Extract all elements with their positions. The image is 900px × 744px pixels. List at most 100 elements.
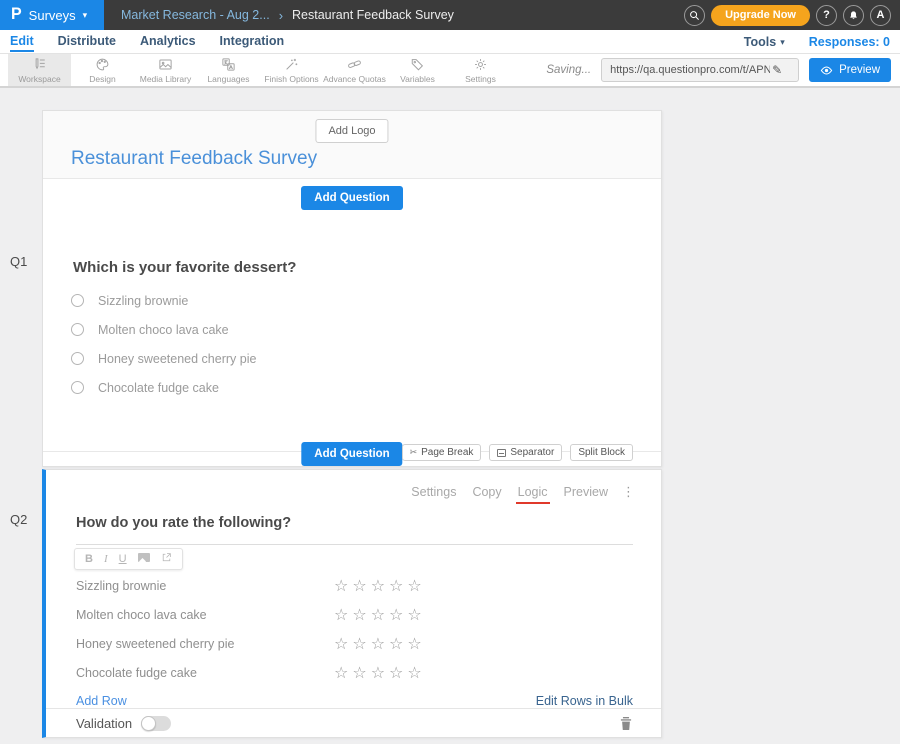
account-avatar[interactable]: A bbox=[870, 5, 891, 26]
search-button[interactable] bbox=[684, 5, 705, 26]
add-question-row-top: Add Question bbox=[43, 179, 661, 210]
ribbon-label: Finish Options bbox=[264, 74, 318, 84]
ribbon-advance-quotas[interactable]: Advance Quotas bbox=[323, 54, 386, 86]
ribbon-languages[interactable]: Languages bbox=[197, 54, 260, 86]
radio-button[interactable] bbox=[71, 352, 84, 365]
underline-button[interactable]: U bbox=[119, 554, 127, 565]
option-row: Molten choco lava cake bbox=[71, 323, 661, 336]
star-rating[interactable]: ☆☆☆☆☆ bbox=[334, 605, 426, 624]
top-bar: P Surveys ▾ Market Research - Aug 2... ›… bbox=[0, 0, 900, 30]
add-question-row-bottom: Add Question ✂Page Break Separator Split… bbox=[43, 433, 661, 466]
breadcrumb: Market Research - Aug 2... › Restaurant … bbox=[121, 8, 454, 23]
upgrade-now-button[interactable]: Upgrade Now bbox=[711, 5, 810, 26]
languages-translate-icon bbox=[221, 57, 236, 72]
star-rating[interactable]: ☆☆☆☆☆ bbox=[334, 663, 426, 682]
rating-row: Sizzling brownie ☆☆☆☆☆ bbox=[46, 571, 661, 600]
page-break-button[interactable]: ✂Page Break bbox=[402, 444, 482, 461]
breadcrumb-folder[interactable]: Market Research - Aug 2... bbox=[121, 8, 270, 22]
tab-analytics[interactable]: Analytics bbox=[140, 31, 196, 52]
workspace-icon bbox=[32, 57, 47, 72]
option-label[interactable]: Sizzling brownie bbox=[98, 294, 188, 308]
survey-canvas: Q1 Q2 Add Logo Restaurant Feedback Surve… bbox=[0, 88, 900, 742]
edit-url-pencil-icon[interactable]: ✎ bbox=[772, 63, 782, 77]
ribbon-settings[interactable]: Settings bbox=[449, 54, 512, 86]
question-2-text-field[interactable]: How do you rate the following? bbox=[76, 515, 633, 545]
add-logo-button[interactable]: Add Logo bbox=[315, 119, 388, 143]
rating-row: Chocolate fudge cake ☆☆☆☆☆ bbox=[46, 658, 661, 687]
survey-url-input[interactable] bbox=[610, 64, 770, 76]
rating-row-label[interactable]: Molten choco lava cake bbox=[76, 608, 334, 622]
star-rating[interactable]: ☆☆☆☆☆ bbox=[334, 576, 426, 595]
rating-row: Molten choco lava cake ☆☆☆☆☆ bbox=[46, 600, 661, 629]
validation-toggle[interactable] bbox=[141, 716, 171, 731]
add-question-button[interactable]: Add Question bbox=[301, 442, 402, 466]
external-link-button[interactable] bbox=[161, 552, 172, 566]
product-label: Surveys bbox=[29, 8, 76, 23]
question-1-text[interactable]: Which is your favorite dessert? bbox=[73, 259, 661, 276]
edit-rows-in-bulk-link[interactable]: Edit Rows in Bulk bbox=[536, 694, 633, 708]
radio-button[interactable] bbox=[71, 294, 84, 307]
questionpro-logo-icon: P bbox=[11, 7, 22, 24]
bell-icon bbox=[848, 10, 859, 21]
separator-icon bbox=[497, 449, 506, 457]
responses-count[interactable]: Responses: 0 bbox=[809, 35, 890, 49]
rating-row-label[interactable]: Honey sweetened cherry pie bbox=[76, 637, 334, 651]
survey-nav: Edit Distribute Analytics Integration To… bbox=[0, 30, 900, 54]
validation-label: Validation bbox=[76, 716, 132, 731]
magic-wand-icon bbox=[284, 57, 299, 72]
question-settings-link[interactable]: Settings bbox=[411, 485, 456, 499]
tools-menu[interactable]: Tools▾ bbox=[744, 35, 785, 49]
add-row-link[interactable]: Add Row bbox=[76, 694, 127, 708]
radio-button[interactable] bbox=[71, 323, 84, 336]
surveys-menu[interactable]: P Surveys ▾ bbox=[0, 0, 104, 30]
ribbon-workspace[interactable]: Workspace bbox=[8, 54, 71, 86]
ribbon-media-library[interactable]: Media Library bbox=[134, 54, 197, 86]
tab-distribute[interactable]: Distribute bbox=[58, 31, 116, 52]
question-logic-link[interactable]: Logic bbox=[518, 485, 548, 499]
option-label[interactable]: Chocolate fudge cake bbox=[98, 381, 219, 395]
radio-button[interactable] bbox=[71, 381, 84, 394]
chain-link-icon bbox=[347, 57, 362, 72]
ribbon-variables[interactable]: Variables bbox=[386, 54, 449, 86]
trash-icon bbox=[619, 716, 633, 731]
tab-integration[interactable]: Integration bbox=[220, 31, 285, 52]
tools-label: Tools bbox=[744, 35, 776, 49]
option-label[interactable]: Honey sweetened cherry pie bbox=[98, 352, 256, 366]
rating-row-label[interactable]: Sizzling brownie bbox=[76, 579, 334, 593]
separator-button[interactable]: Separator bbox=[489, 444, 562, 461]
delete-question-button[interactable] bbox=[619, 716, 633, 731]
option-label[interactable]: Molten choco lava cake bbox=[98, 323, 229, 337]
question-preview-link[interactable]: Preview bbox=[564, 485, 608, 499]
question-2-number: Q2 bbox=[10, 512, 27, 527]
preview-label: Preview bbox=[839, 64, 880, 76]
rating-rows: Sizzling brownie ☆☆☆☆☆ Molten choco lava… bbox=[46, 571, 661, 687]
preview-button[interactable]: Preview bbox=[809, 58, 891, 82]
toggle-knob bbox=[141, 716, 156, 731]
question-copy-link[interactable]: Copy bbox=[472, 485, 501, 499]
ribbon-label: Variables bbox=[400, 74, 435, 84]
ribbon-design[interactable]: Design bbox=[71, 54, 134, 86]
question-2-text[interactable]: How do you rate the following? bbox=[76, 515, 633, 531]
scissors-icon: ✂ bbox=[410, 447, 418, 458]
nav-right: Tools▾ Responses: 0 bbox=[744, 35, 890, 49]
bold-button[interactable]: B bbox=[85, 554, 93, 565]
nav-tabs: Edit Distribute Analytics Integration bbox=[10, 31, 284, 52]
help-button[interactable]: ? bbox=[816, 5, 837, 26]
image-icon bbox=[138, 553, 150, 562]
add-question-button[interactable]: Add Question bbox=[301, 186, 402, 210]
option-row: Honey sweetened cherry pie bbox=[71, 352, 661, 365]
design-palette-icon bbox=[95, 57, 110, 72]
ribbon-label: Settings bbox=[465, 74, 496, 84]
insert-image-button[interactable] bbox=[138, 553, 150, 565]
question-mark-icon: ? bbox=[823, 9, 830, 21]
survey-title[interactable]: Restaurant Feedback Survey bbox=[71, 148, 317, 170]
italic-button[interactable]: I bbox=[104, 554, 108, 565]
tab-edit[interactable]: Edit bbox=[10, 31, 34, 52]
kebab-menu-icon[interactable]: ⋮ bbox=[622, 484, 635, 500]
rating-row-label[interactable]: Chocolate fudge cake bbox=[76, 666, 334, 680]
star-rating[interactable]: ☆☆☆☆☆ bbox=[334, 634, 426, 653]
question-menu: Settings Copy Logic Preview ⋮ bbox=[46, 470, 661, 500]
split-block-button[interactable]: Split Block bbox=[570, 444, 633, 461]
ribbon-finish-options[interactable]: Finish Options bbox=[260, 54, 323, 86]
notifications-button[interactable] bbox=[843, 5, 864, 26]
